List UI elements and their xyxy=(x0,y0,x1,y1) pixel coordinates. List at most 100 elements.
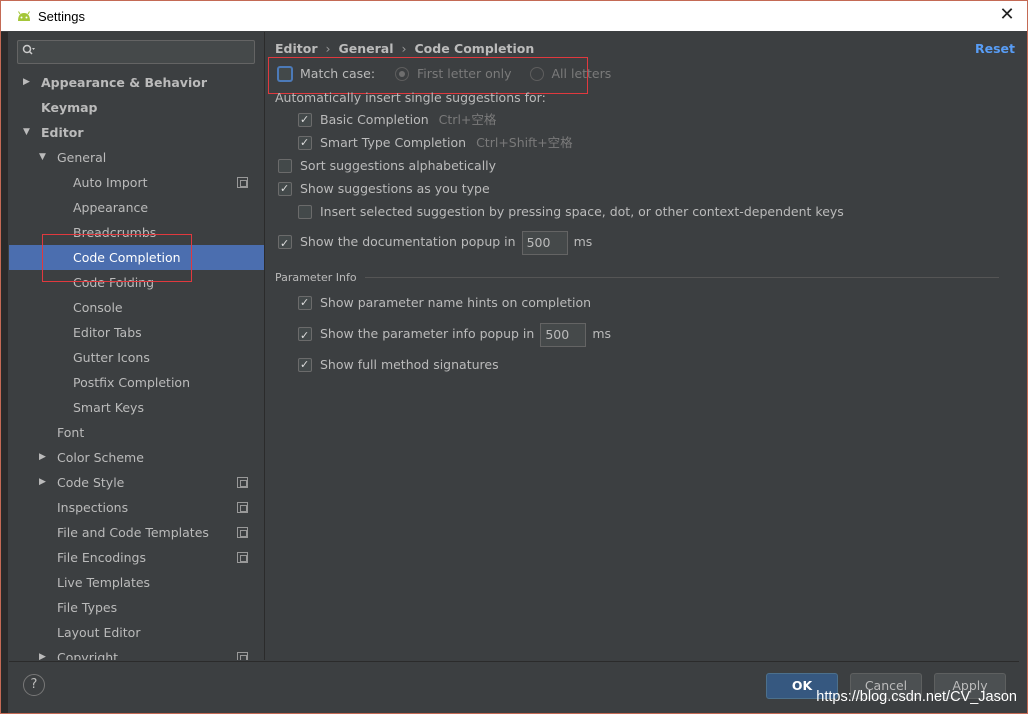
sidebar-item-layout-editor[interactable]: Layout Editor xyxy=(9,620,264,645)
sidebar-item-label: General xyxy=(57,150,107,165)
doc-popup-label: Show the documentation popup in xyxy=(300,234,516,249)
param-hints-checkbox[interactable] xyxy=(298,293,312,313)
sidebar-item-font[interactable]: Font xyxy=(9,420,264,445)
sidebar-item-label: File and Code Templates xyxy=(57,525,209,540)
chevron-right-icon[interactable]: ▶ xyxy=(23,70,33,95)
breadcrumb-general: General xyxy=(338,41,394,56)
sidebar-item-inspections[interactable]: Inspections xyxy=(9,495,264,520)
chevron-down-icon[interactable]: ▼ xyxy=(23,120,33,145)
sidebar-item-label: Color Scheme xyxy=(57,450,144,465)
sidebar-item-color-scheme[interactable]: ▶ Color Scheme xyxy=(9,445,264,470)
chevron-right-icon[interactable]: ▶ xyxy=(39,470,49,495)
sidebar-item-appearance[interactable]: Appearance xyxy=(9,195,264,220)
parameter-info-section: Parameter Info xyxy=(275,269,999,285)
sidebar-item-console[interactable]: Console xyxy=(9,295,264,320)
dialog-footer: ? OK Cancel Apply xyxy=(9,661,1019,713)
sidebar-item-general[interactable]: ▼ General xyxy=(9,145,264,170)
project-scope-icon xyxy=(237,177,248,188)
parameter-info-title: Parameter Info xyxy=(275,271,365,284)
param-popup-unit: ms xyxy=(592,326,612,341)
doc-popup-unit: ms xyxy=(573,234,593,249)
insert-selected-checkbox[interactable] xyxy=(298,204,312,219)
sidebar-item-label: Copyright xyxy=(57,650,119,660)
insert-selected-row: Insert selected suggestion by pressing s… xyxy=(298,202,844,222)
show-as-you-type-label: Show suggestions as you type xyxy=(300,181,490,196)
show-as-you-type-checkbox[interactable] xyxy=(278,179,292,199)
doc-popup-delay-input[interactable]: 500 xyxy=(521,230,568,255)
sidebar-item-gutter-icons[interactable]: Gutter Icons xyxy=(9,345,264,370)
basic-completion-checkbox[interactable] xyxy=(298,110,312,130)
auto-insert-heading: Automatically insert single suggestions … xyxy=(275,90,546,105)
sidebar-item-live-templates[interactable]: Live Templates xyxy=(9,570,264,595)
chevron-down-icon[interactable]: ▼ xyxy=(39,145,49,170)
insert-selected-label: Insert selected suggestion by pressing s… xyxy=(320,204,844,219)
sidebar-item-label: File Encodings xyxy=(57,550,147,565)
sidebar-item-label: Code Style xyxy=(57,475,125,490)
all-letters-label: All letters xyxy=(551,66,612,81)
sidebar-item-label: Editor xyxy=(41,125,84,140)
background-editor-strip xyxy=(1,32,8,713)
chevron-right-icon[interactable]: ▶ xyxy=(39,445,49,470)
sidebar-item-keymap[interactable]: Keymap xyxy=(9,95,264,120)
watermark-text: https://blog.csdn.net/CV_Jason xyxy=(816,689,1017,705)
sort-alpha-checkbox[interactable] xyxy=(278,158,292,173)
smart-type-label: Smart Type Completion xyxy=(320,135,467,150)
settings-content: Editor › General › Code Completion Reset Mat… xyxy=(265,32,1019,660)
close-icon[interactable]: ✕ xyxy=(997,5,1017,25)
first-letter-radio[interactable] xyxy=(395,66,410,81)
sidebar-item-appearance-behavior[interactable]: ▶ Appearance & Behavior xyxy=(9,70,264,95)
window-title: Settings xyxy=(38,8,85,24)
full-sig-checkbox[interactable] xyxy=(298,355,312,375)
chevron-right-icon[interactable]: ▶ xyxy=(39,645,49,660)
sidebar-item-editor[interactable]: ▼ Editor xyxy=(9,120,264,145)
first-letter-label: First letter only xyxy=(417,66,512,81)
sidebar-item-file-encodings[interactable]: File Encodings xyxy=(9,545,264,570)
param-popup-checkbox[interactable] xyxy=(298,324,312,348)
smart-type-row: Smart Type Completion Ctrl+Shift+空格 xyxy=(298,133,573,153)
project-scope-icon xyxy=(237,502,248,513)
sidebar-item-postfix-completion[interactable]: Postfix Completion xyxy=(9,370,264,395)
sidebar-item-editor-tabs[interactable]: Editor Tabs xyxy=(9,320,264,345)
all-letters-radio[interactable] xyxy=(529,66,544,81)
sidebar-item-label: Appearance & Behavior xyxy=(41,75,207,90)
reset-link[interactable]: Reset xyxy=(975,41,1015,56)
match-case-checkbox[interactable] xyxy=(278,66,292,81)
param-popup-delay-input[interactable]: 500 xyxy=(540,322,587,347)
sidebar-item-auto-import[interactable]: Auto Import xyxy=(9,170,264,195)
project-scope-icon xyxy=(237,652,248,660)
sidebar-item-code-style[interactable]: ▶ Code Style xyxy=(9,470,264,495)
param-hints-row: Show parameter name hints on completion xyxy=(298,293,591,313)
sidebar-item-label: Gutter Icons xyxy=(73,350,150,365)
doc-popup-row: Show the documentation popup in 500 ms xyxy=(278,230,593,256)
project-scope-icon xyxy=(237,527,248,538)
search-input[interactable] xyxy=(17,40,255,64)
smart-type-checkbox[interactable] xyxy=(298,133,312,153)
param-hints-label: Show parameter name hints on completion xyxy=(320,295,592,310)
sidebar-item-label: Keymap xyxy=(41,100,98,115)
breadcrumb-separator: › xyxy=(325,41,331,56)
sidebar-item-smart-keys[interactable]: Smart Keys xyxy=(9,395,264,420)
sidebar-item-file-and-code-templates[interactable]: File and Code Templates xyxy=(9,520,264,545)
sidebar-item-label: Editor Tabs xyxy=(73,325,142,340)
sidebar-item-label: Console xyxy=(73,300,123,315)
settings-sidebar: ▶ Appearance & Behavior Keymap ▼ Editor ▼ Gene… xyxy=(9,32,265,660)
doc-popup-checkbox[interactable] xyxy=(278,232,292,256)
sidebar-item-label: Appearance xyxy=(73,200,149,215)
search-icon xyxy=(22,44,36,59)
title-bar: Settings ✕ xyxy=(1,1,1027,31)
sidebar-item-label: Smart Keys xyxy=(73,400,144,415)
sidebar-item-label: Auto Import xyxy=(73,175,148,190)
android-icon xyxy=(16,9,32,23)
sidebar-item-label: Font xyxy=(57,425,85,440)
sidebar-item-label: Layout Editor xyxy=(57,625,141,640)
sidebar-item-file-types[interactable]: File Types xyxy=(9,595,264,620)
basic-completion-row: Basic Completion Ctrl+空格 xyxy=(298,110,496,130)
help-button[interactable]: ? xyxy=(23,674,45,696)
sidebar-item-label: Live Templates xyxy=(57,575,151,590)
breadcrumb-editor: Editor xyxy=(275,41,318,56)
full-sig-label: Show full method signatures xyxy=(320,357,499,372)
sidebar-item-label: Inspections xyxy=(57,500,129,515)
sidebar-item-copyright[interactable]: ▶ Copyright xyxy=(9,645,264,660)
project-scope-icon xyxy=(237,477,248,488)
sort-alpha-label: Sort suggestions alphabetically xyxy=(300,158,497,173)
